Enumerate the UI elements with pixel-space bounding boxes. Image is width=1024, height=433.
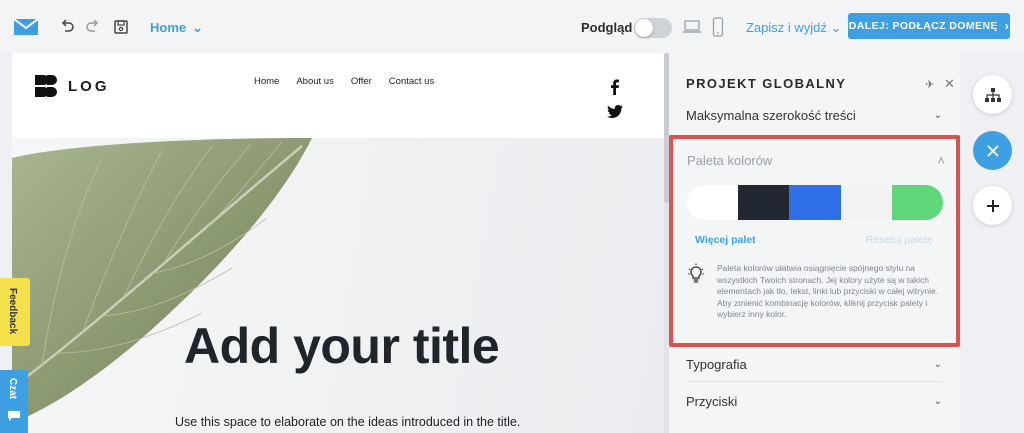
- plus-icon: [986, 199, 999, 212]
- page-selector-dropdown[interactable]: Home ⌄: [150, 20, 203, 36]
- chevron-down-icon: ⌄: [192, 20, 204, 35]
- logo-mark-icon: [35, 75, 57, 97]
- nav-item-offer[interactable]: Offer: [351, 76, 372, 87]
- lightbulb-icon: [688, 263, 704, 283]
- getresponse-logo-icon[interactable]: [13, 18, 39, 36]
- close-panel-button[interactable]: [973, 131, 1012, 170]
- chevron-down-icon: ⌄: [933, 110, 942, 121]
- website-canvas[interactable]: LOG Home About us Offer Contact us Add y…: [12, 53, 665, 433]
- swatch-green[interactable]: [891, 185, 943, 220]
- site-navigation: Home About us Offer Contact us: [254, 76, 434, 87]
- mobile-view-icon[interactable]: [712, 17, 724, 37]
- top-toolbar: Home ⌄ Podgląd Zapisz i wyjdź ⌄ DALEJ: PO…: [0, 0, 1024, 53]
- facebook-icon[interactable]: [606, 78, 624, 96]
- close-icon: [986, 144, 999, 157]
- nav-item-about[interactable]: About us: [296, 76, 334, 87]
- section-typography[interactable]: Typografia ⌄: [686, 357, 942, 372]
- chevron-down-icon: ⌄: [933, 396, 942, 407]
- hero-subtitle[interactable]: Use this space to elaborate on the ideas…: [175, 415, 520, 429]
- feedback-label: Feedback: [7, 288, 18, 335]
- chat-bubble-icon: [8, 411, 20, 421]
- more-palettes-link[interactable]: Więcej palet: [695, 234, 756, 246]
- connect-domain-label: DALEJ: PODŁĄCZ DOMENĘ: [848, 20, 998, 32]
- preview-label: Podgląd: [581, 20, 633, 35]
- palette-header[interactable]: Paleta kolorów ˄: [687, 153, 945, 168]
- save-icon[interactable]: [112, 18, 130, 36]
- nav-item-contact[interactable]: Contact us: [389, 76, 434, 87]
- sitemap-icon: [984, 87, 1001, 102]
- palette-swatches[interactable]: [687, 185, 943, 220]
- swatch-light-gray[interactable]: [840, 185, 892, 220]
- feedback-tab[interactable]: Feedback: [0, 278, 30, 346]
- reset-palette-link[interactable]: Resetuj paletę: [866, 234, 933, 246]
- page-selector-label: Home: [150, 20, 187, 35]
- chat-label: Czat: [7, 378, 18, 400]
- panel-title: PROJEKT GLOBALNY: [686, 76, 847, 91]
- connect-domain-button[interactable]: DALEJ: PODŁĄCZ DOMENĘ ›: [848, 13, 1010, 39]
- global-design-panel: PROJEKT GLOBALNY ✈ ✕ Maksymalna szerokoś…: [669, 53, 960, 433]
- twitter-icon[interactable]: [606, 104, 624, 120]
- color-palette-section: Paleta kolorów ˄ Więcej palet Resetuj pal…: [669, 135, 960, 347]
- palette-tip-text: Paleta kolorów ułatwia osiągnięcie spójn…: [717, 263, 939, 319]
- hero-section[interactable]: Add your title Use this space to elabora…: [12, 138, 665, 433]
- toggle-knob: [635, 19, 653, 37]
- palette-title: Paleta kolorów: [687, 153, 773, 168]
- save-and-exit-label: Zapisz i wyjdź: [746, 20, 827, 35]
- chevron-down-icon: ⌄: [830, 20, 842, 35]
- chevron-down-icon: ⌄: [933, 359, 942, 370]
- add-element-button[interactable]: [973, 186, 1012, 225]
- chat-tab[interactable]: Czat: [0, 370, 28, 433]
- leaf-image: [12, 138, 312, 423]
- desktop-view-icon[interactable]: [682, 19, 702, 35]
- swatch-blue[interactable]: [789, 185, 841, 220]
- preview-toggle[interactable]: [634, 18, 672, 38]
- sitemap-button[interactable]: [973, 75, 1012, 114]
- nav-item-home[interactable]: Home: [254, 76, 279, 87]
- hero-title[interactable]: Add your title: [184, 317, 500, 375]
- chevron-right-icon: ›: [1004, 19, 1010, 33]
- swatch-white[interactable]: [687, 185, 739, 220]
- close-icon[interactable]: ✕: [944, 76, 955, 92]
- swatch-dark[interactable]: [738, 185, 790, 220]
- section-buttons[interactable]: Przyciski ⌄: [686, 394, 942, 409]
- redo-icon[interactable]: [84, 18, 102, 36]
- section-buttons-label: Przyciski: [686, 394, 738, 409]
- undo-icon[interactable]: [58, 18, 76, 36]
- section-typography-label: Typografia: [686, 357, 747, 372]
- save-and-exit-button[interactable]: Zapisz i wyjdź ⌄: [746, 20, 841, 36]
- pin-icon[interactable]: ✈: [925, 78, 934, 91]
- section-max-width-label: Maksymalna szerokość treści: [686, 108, 856, 123]
- section-max-width[interactable]: Maksymalna szerokość treści ⌄: [686, 108, 942, 123]
- chevron-up-icon: ˄: [937, 153, 945, 168]
- site-logo[interactable]: LOG: [34, 74, 110, 98]
- logo-text: LOG: [68, 77, 110, 95]
- section-divider: [686, 381, 942, 382]
